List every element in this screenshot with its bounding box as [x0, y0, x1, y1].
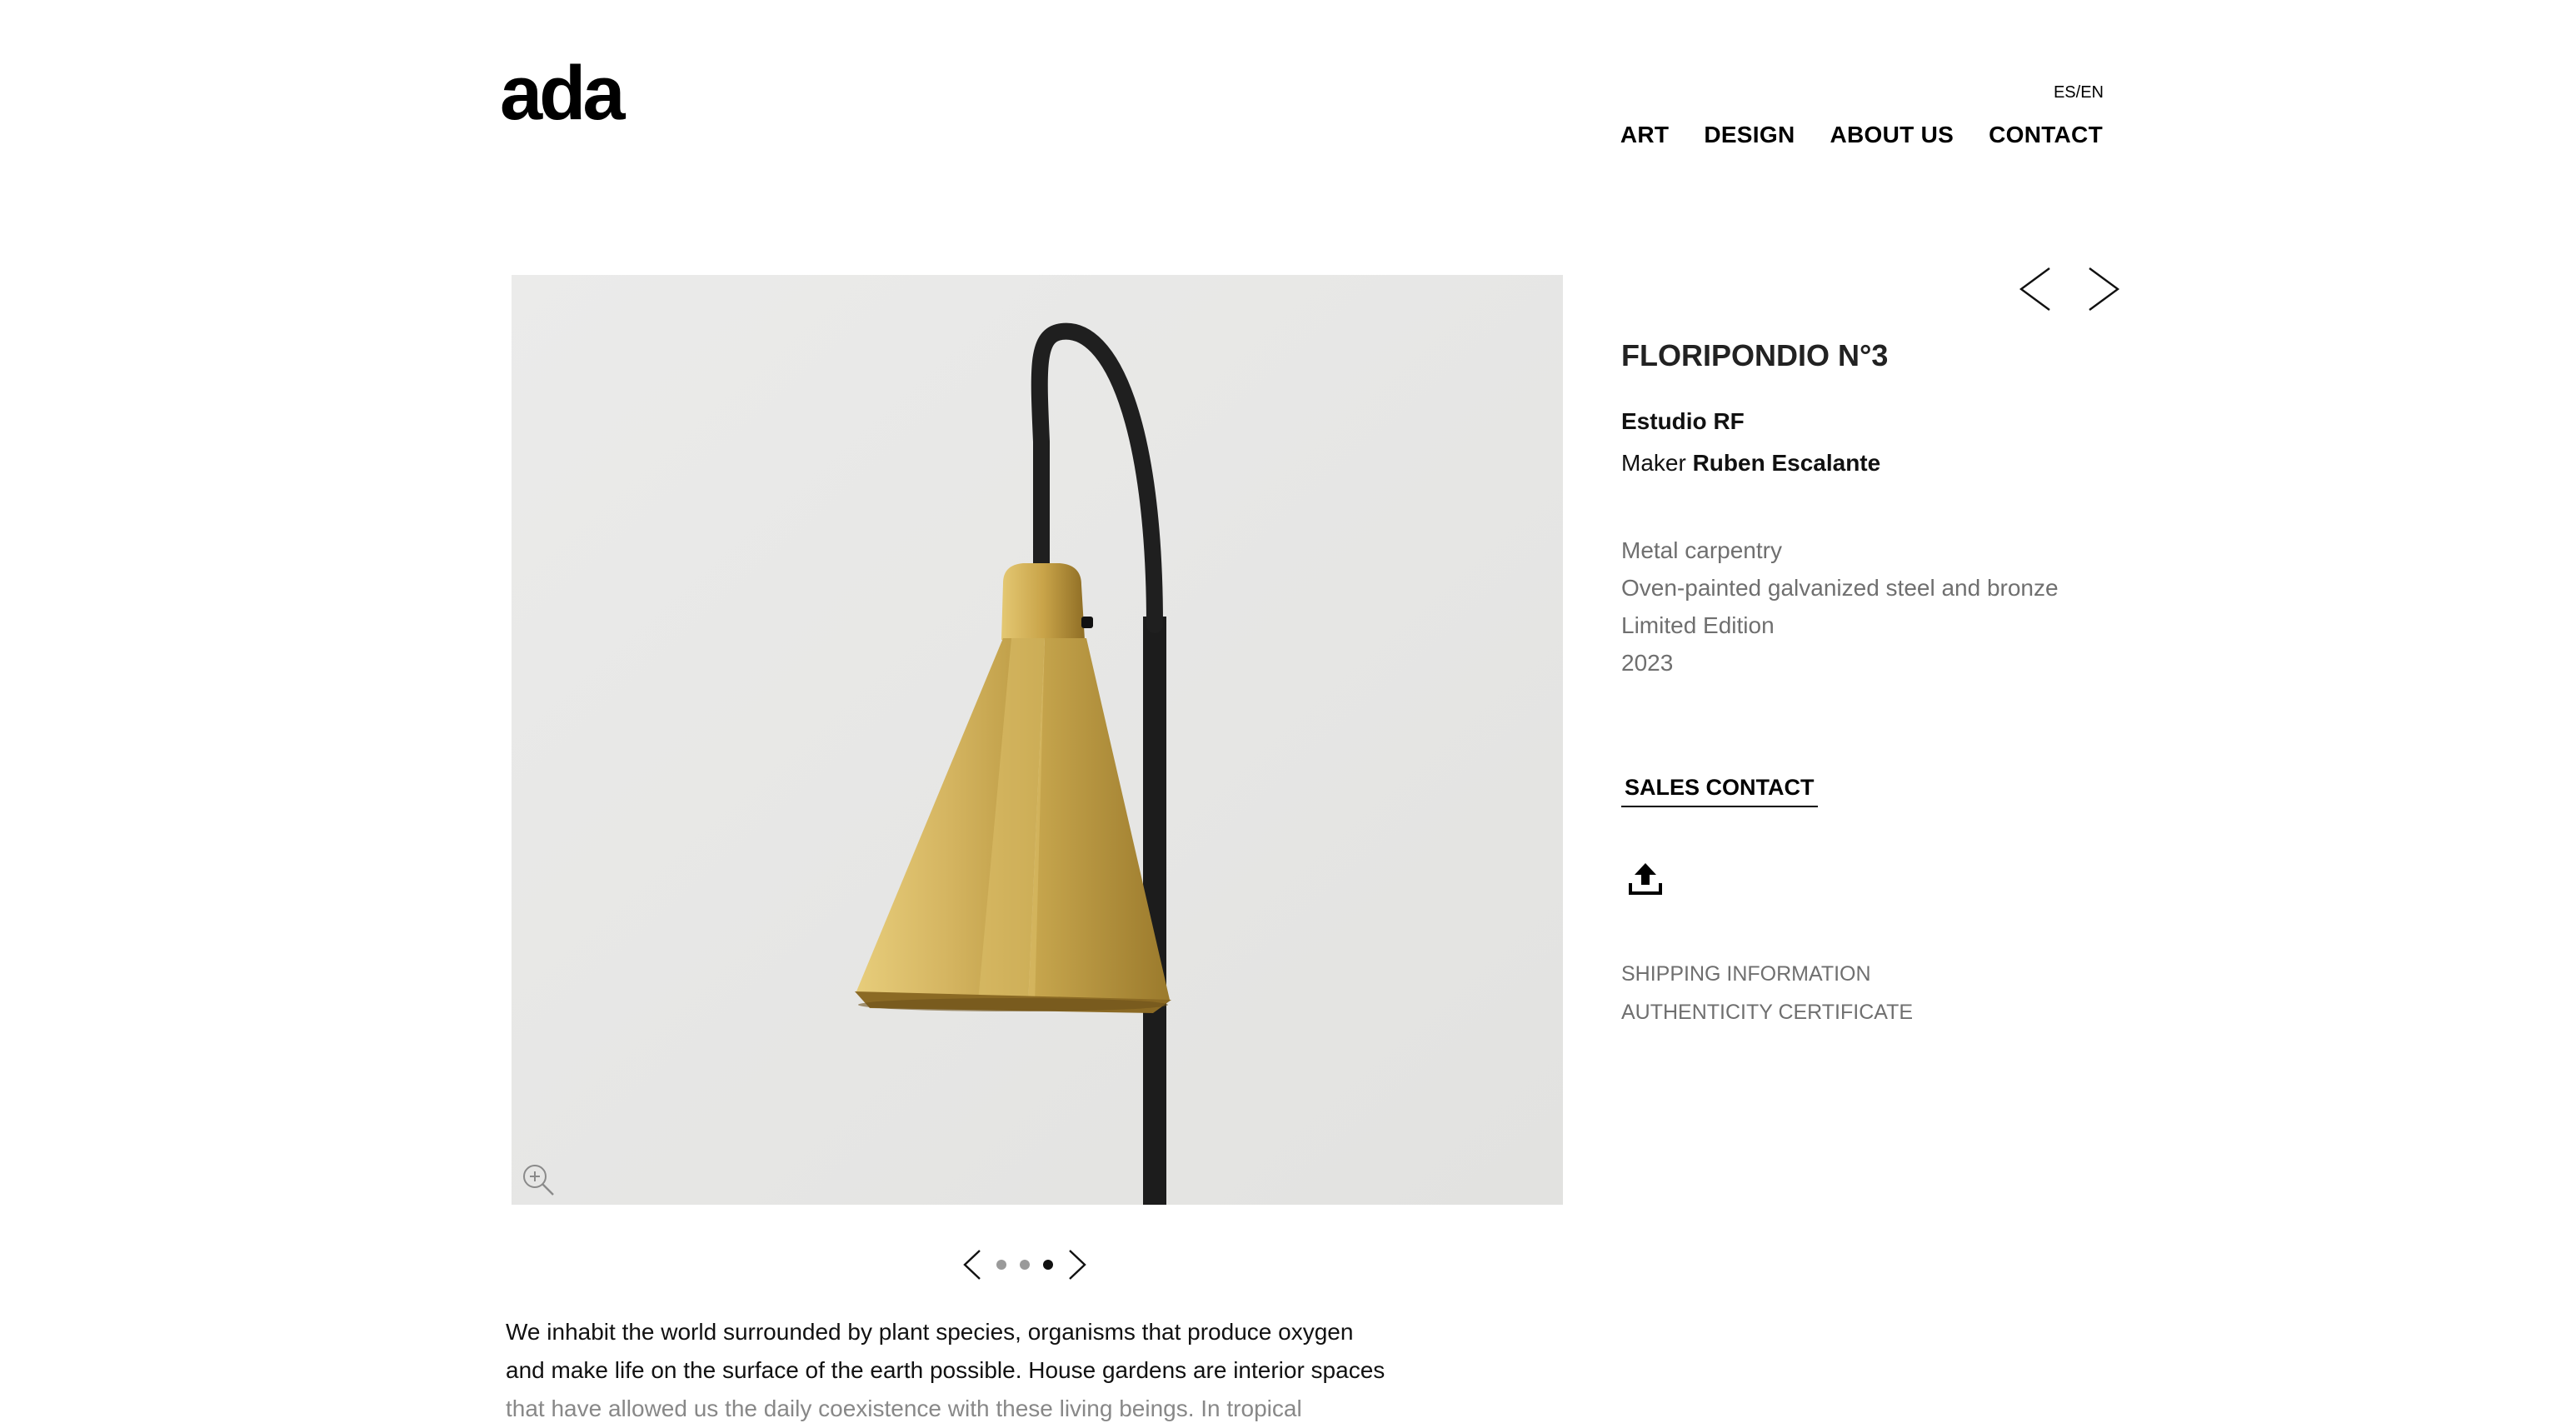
slider-dot-1[interactable] — [996, 1260, 1006, 1270]
product-maker: Maker Ruben Escalante — [1621, 450, 1880, 477]
nav-about-us[interactable]: ABOUT US — [1830, 122, 1954, 148]
description-line: that have allowed us the daily coexisten… — [506, 1396, 1302, 1421]
spec-year: 2023 — [1621, 650, 1674, 676]
logo[interactable]: ada — [500, 55, 626, 132]
product-specs: Metal carpentry Oven-painted galvanized … — [1621, 532, 2059, 682]
spec-edition: Limited Edition — [1621, 612, 1775, 638]
product-description: We inhabit the world surrounded by plant… — [506, 1313, 1405, 1428]
nav-art[interactable]: ART — [1620, 122, 1669, 148]
product-studio[interactable]: Estudio RF — [1621, 408, 1745, 435]
nav-contact[interactable]: CONTACT — [1989, 122, 2103, 148]
authenticity-certificate-link[interactable]: AUTHENTICITY CERTIFICATE — [1621, 993, 1913, 1031]
product-title: FLORIPONDIO N°3 — [1621, 338, 1889, 372]
description-line: We inhabit the world surrounded by plant… — [506, 1319, 1354, 1345]
slider-dot-3[interactable] — [1043, 1260, 1053, 1270]
lamp-photo — [512, 275, 1563, 1205]
product-image[interactable] — [512, 275, 1563, 1205]
next-product-chevron-right-icon[interactable] — [2084, 265, 2123, 313]
spec-technique: Metal carpentry — [1621, 537, 1782, 563]
shipping-information-link[interactable]: SHIPPING INFORMATION — [1621, 955, 1913, 993]
sales-contact-button[interactable]: SALES CONTACT — [1621, 775, 1818, 807]
main-nav: ART DESIGN ABOUT US CONTACT — [1620, 122, 2103, 148]
maker-name[interactable]: Ruben Escalante — [1693, 450, 1881, 476]
description-line: and make life on the surface of the eart… — [506, 1357, 1385, 1383]
upload-icon[interactable] — [1628, 860, 1663, 896]
language-switcher[interactable]: ES/EN — [2054, 83, 2104, 102]
maker-label: Maker — [1621, 450, 1686, 476]
slider-dot-2[interactable] — [1020, 1260, 1030, 1270]
slider-prev-chevron-left-icon[interactable] — [961, 1249, 983, 1281]
prev-product-chevron-left-icon[interactable] — [2016, 265, 2054, 313]
spec-materials: Oven-painted galvanized steel and bronze — [1621, 575, 2059, 601]
info-links: SHIPPING INFORMATION AUTHENTICITY CERTIF… — [1621, 955, 1913, 1031]
nav-design[interactable]: DESIGN — [1704, 122, 1795, 148]
slider-next-chevron-right-icon[interactable] — [1066, 1249, 1088, 1281]
zoom-in-icon[interactable] — [520, 1161, 557, 1198]
slider-controls — [961, 1246, 1088, 1283]
product-navigation — [2016, 265, 2123, 313]
